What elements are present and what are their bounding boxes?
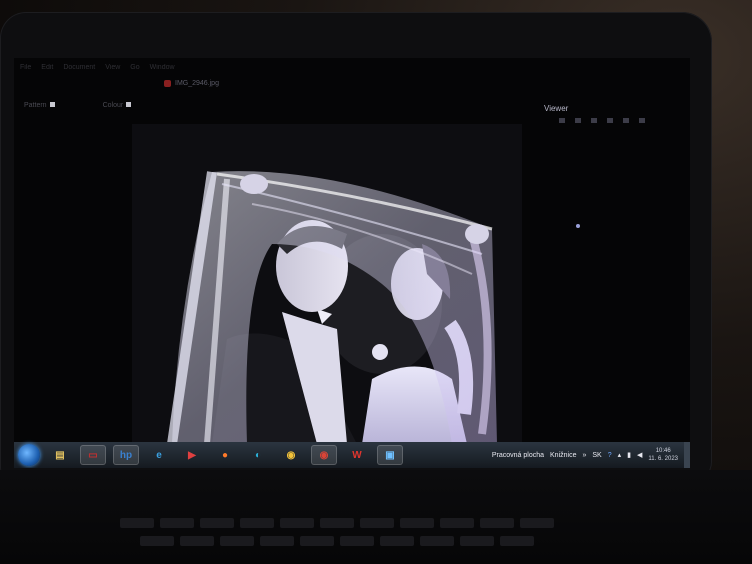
- viewer-app-icon[interactable]: ▣: [377, 445, 403, 465]
- chrome-icon[interactable]: ◉: [278, 445, 304, 465]
- menu-go[interactable]: Go: [130, 64, 139, 76]
- firefox-icon[interactable]: ●: [212, 445, 238, 465]
- pattern-label: Pattern: [24, 102, 47, 109]
- tray-arrow-icon[interactable]: ▴: [618, 451, 622, 459]
- keyboard-key: [360, 518, 394, 528]
- pattern-swatch: [49, 102, 55, 107]
- keyboard-key: [200, 518, 234, 528]
- network-icon[interactable]: ▮: [627, 451, 631, 459]
- explorer-icon[interactable]: ▤: [47, 445, 73, 465]
- viewer-tool-icon[interactable]: [591, 118, 597, 123]
- pattern-option[interactable]: Pattern: [24, 102, 55, 109]
- keyboard-key: [520, 518, 554, 528]
- overflow-chevron-icon[interactable]: »: [582, 452, 586, 459]
- laptop-screen: File Edit Document View Go Window IMG_29…: [14, 58, 690, 468]
- media-icon[interactable]: ▶: [179, 445, 205, 465]
- ie-icon[interactable]: e: [146, 445, 172, 465]
- volume-icon[interactable]: ◀: [637, 451, 642, 459]
- menu-document[interactable]: Document: [63, 64, 95, 76]
- help-icon[interactable]: ?: [608, 452, 612, 459]
- colour-option[interactable]: Colour: [103, 102, 132, 109]
- app-menu-bar: File Edit Document View Go Window: [20, 64, 175, 76]
- keyboard-key: [260, 536, 294, 546]
- wedding-photo: [132, 124, 522, 444]
- library-toolbar-label[interactable]: Knižnice: [550, 452, 576, 459]
- viewer-tool-icon[interactable]: [575, 118, 581, 123]
- start-button[interactable]: [18, 444, 40, 466]
- language-indicator[interactable]: SK: [592, 452, 601, 459]
- keyboard-key: [280, 518, 314, 528]
- menu-view[interactable]: View: [105, 64, 120, 76]
- keyboard-key: [480, 518, 514, 528]
- keyboard-key: [160, 518, 194, 528]
- wedding-photo-drawing: [132, 124, 522, 444]
- menu-file[interactable]: File: [20, 64, 31, 76]
- keyboard-key: [140, 536, 174, 546]
- chrome-icon[interactable]: ◉: [311, 445, 337, 465]
- image-file-icon: [164, 80, 171, 87]
- keyboard-key: [400, 518, 434, 528]
- cursor-speck: [576, 224, 580, 228]
- file-tab-label: IMG_2946.jpg: [175, 80, 219, 87]
- clock-time: 10:46: [655, 448, 671, 454]
- keyboard-key: [180, 536, 214, 546]
- windows-taskbar: ▤ ▭ hp e ▶ ● ◐ ◉ ◉ W ▣ Pracovná plocha K…: [14, 442, 690, 468]
- edge-icon[interactable]: ◐: [245, 445, 271, 465]
- keyboard-key: [460, 536, 494, 546]
- keyboard-key: [380, 536, 414, 546]
- viewer-tool-icon[interactable]: [639, 118, 645, 123]
- keyboard-key: [120, 518, 154, 528]
- keyboard-key: [300, 536, 334, 546]
- viewer-tool-icon[interactable]: [559, 118, 565, 123]
- viewer-tool-icon[interactable]: [607, 118, 613, 123]
- keyboard-key: [500, 536, 534, 546]
- keyboard-key: [320, 518, 354, 528]
- laptop-screen-bezel: File Edit Document View Go Window IMG_29…: [0, 12, 712, 482]
- clock-date: 11. 6. 2023: [648, 456, 678, 462]
- keyboard-key: [420, 536, 454, 546]
- system-tray: Pracovná plocha Knižnice » SK ? ▴ ▮ ◀: [492, 451, 643, 460]
- viewer-panel-title: Viewer: [544, 104, 569, 113]
- viewer-tool-icon[interactable]: [623, 118, 629, 123]
- keyboard-key: [240, 518, 274, 528]
- wps-icon[interactable]: W: [344, 445, 370, 465]
- colour-swatch: [126, 102, 132, 107]
- menu-edit[interactable]: Edit: [41, 64, 53, 76]
- keyboard-key: [340, 536, 374, 546]
- clock[interactable]: 10:46 11. 6. 2023: [648, 447, 678, 463]
- show-desktop-button[interactable]: [684, 442, 690, 468]
- hp-icon[interactable]: hp: [113, 445, 139, 465]
- viewer-toolbar: [559, 118, 645, 123]
- tool-options-row: Pattern Colour: [24, 102, 132, 109]
- keyboard-key: [220, 536, 254, 546]
- menu-window[interactable]: Window: [150, 64, 175, 76]
- desktop-toolbar-label[interactable]: Pracovná plocha: [492, 452, 544, 459]
- keyboard-key: [440, 518, 474, 528]
- file-tab[interactable]: IMG_2946.jpg: [164, 80, 219, 87]
- card-icon[interactable]: ▭: [80, 445, 106, 465]
- laptop-keyboard-base: [0, 470, 752, 564]
- colour-label: Colour: [102, 102, 124, 109]
